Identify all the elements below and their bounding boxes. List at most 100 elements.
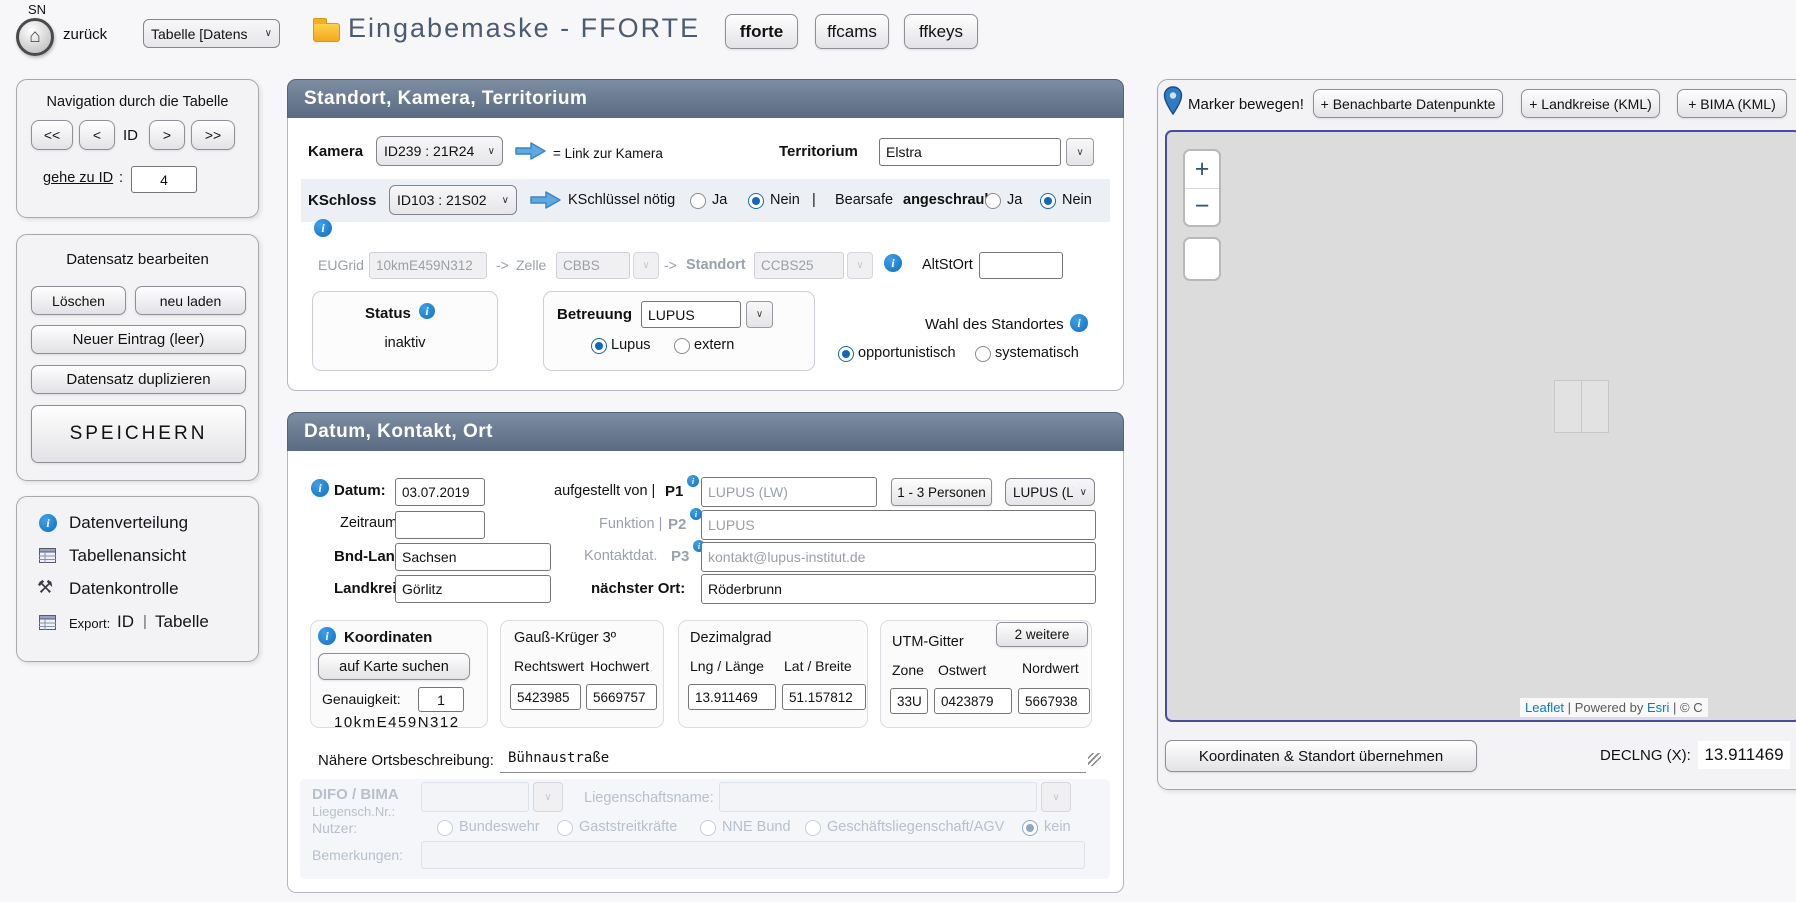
betreuung-lupus-radio[interactable] xyxy=(591,338,607,354)
standort-panel-header: Standort, Kamera, Territorium xyxy=(287,79,1124,118)
bearsafe-nein-radio[interactable] xyxy=(1040,193,1056,209)
genauigkeit-input[interactable] xyxy=(418,687,464,712)
info-icon[interactable]: i xyxy=(318,627,336,645)
standort-input xyxy=(754,252,844,279)
nutzer-bundeswehr-radio xyxy=(437,820,453,836)
link-datenverteilung[interactable]: Datenverteilung xyxy=(69,513,188,533)
reload-button[interactable]: neu laden xyxy=(135,286,246,315)
map-canvas[interactable]: + − Leaflet | Powered by Esri | © C xyxy=(1165,130,1796,722)
table-select[interactable]: Tabelle [Datens ∨ xyxy=(143,19,280,48)
resize-grip-icon[interactable] xyxy=(1088,753,1101,766)
p1-select[interactable]: LUPUS (LW ∨ xyxy=(1005,478,1095,506)
kschluessel-ja-label: Ja xyxy=(712,192,727,208)
datum-input[interactable] xyxy=(395,478,485,506)
goto-id-input[interactable] xyxy=(131,166,197,193)
nav-next-button[interactable]: > xyxy=(149,120,185,150)
datenpunkte-button[interactable]: + Benachbarte Datenpunkte xyxy=(1313,89,1503,118)
personen-button[interactable]: 1 - 3 Personen xyxy=(891,478,992,506)
leaflet-link[interactable]: Leaflet xyxy=(1525,700,1564,715)
kschluessel-nein-radio[interactable] xyxy=(748,193,764,209)
opportunistisch-radio[interactable] xyxy=(838,346,854,362)
info-icon[interactable]: i xyxy=(687,475,699,487)
betreuung-dropdown-button[interactable]: ∨ xyxy=(746,301,773,328)
save-button[interactable]: SPEICHERN xyxy=(31,405,246,463)
tab-ffkeys[interactable]: ffkeys xyxy=(904,14,978,49)
lng-input[interactable] xyxy=(688,684,776,710)
territorium-input[interactable] xyxy=(879,138,1061,166)
p2-input[interactable] xyxy=(701,510,1096,540)
nav-id-label: ID xyxy=(123,127,138,144)
utm-nordwert-input[interactable] xyxy=(1018,688,1090,714)
info-icon[interactable]: i xyxy=(1070,314,1088,332)
lat-input[interactable] xyxy=(782,684,866,710)
home-button[interactable]: SN ⌂ xyxy=(14,2,60,58)
table-icon xyxy=(39,548,56,563)
altstort-label: AltStOrt xyxy=(922,257,973,273)
funktion-label: Funktion | xyxy=(599,516,662,532)
utm-more-button[interactable]: 2 weitere xyxy=(996,622,1088,647)
goto-id-link[interactable]: gehe zu ID xyxy=(43,170,113,186)
betreuung-extern-radio[interactable] xyxy=(674,338,690,354)
nutzer-kein-radio xyxy=(1022,820,1038,836)
info-icon[interactable]: i xyxy=(311,479,329,497)
koordinaten-uebernehmen-button[interactable]: Koordinaten & Standort übernehmen xyxy=(1165,740,1477,772)
bima-kml-button[interactable]: + BIMA (KML) xyxy=(1677,89,1787,118)
new-entry-button[interactable]: Neuer Eintrag (leer) xyxy=(31,325,246,354)
zeitraum-input[interactable] xyxy=(395,511,485,539)
export-table-link[interactable]: Tabelle xyxy=(155,612,209,632)
info-icon[interactable]: i xyxy=(419,303,435,319)
p3-input[interactable] xyxy=(701,542,1096,572)
link-arrow-icon[interactable] xyxy=(529,189,563,211)
zelle-dropdown-button: ∨ xyxy=(633,252,659,279)
delete-button[interactable]: Löschen xyxy=(31,286,126,315)
duplicate-button[interactable]: Datensatz duplizieren xyxy=(31,365,246,394)
layers-button[interactable] xyxy=(1183,237,1221,281)
gk-title: Gauß-Krüger 3º xyxy=(514,630,616,646)
p1-input[interactable] xyxy=(701,477,877,507)
liegensch-nr-label: Liegensch.Nr.: xyxy=(312,804,395,819)
bndland-input[interactable] xyxy=(395,543,551,571)
link-tabellenansicht[interactable]: Tabellenansicht xyxy=(69,546,186,566)
zoom-out-button[interactable]: − xyxy=(1185,189,1219,226)
zoom-in-button[interactable]: + xyxy=(1185,151,1219,189)
export-id-link[interactable]: ID xyxy=(117,612,134,632)
link-arrow-icon[interactable] xyxy=(514,140,548,162)
esri-link[interactable]: Esri xyxy=(1647,700,1669,715)
utm-ostwert-input[interactable] xyxy=(934,688,1012,714)
landkreise-kml-button[interactable]: + Landkreise (KML) xyxy=(1521,89,1660,118)
kamera-link-hint: = Link zur Kamera xyxy=(553,146,663,161)
info-icon[interactable]: i xyxy=(314,219,332,237)
kschluessel-ja-radio[interactable] xyxy=(690,193,706,209)
nav-last-button[interactable]: >> xyxy=(191,120,235,150)
utm-zone-input[interactable] xyxy=(890,688,928,714)
kschloss-select[interactable]: ID103 : 21S02 ∨ xyxy=(389,185,517,215)
naechster-ort-input[interactable] xyxy=(701,574,1096,604)
rechtswert-input[interactable] xyxy=(510,684,581,710)
systematisch-radio[interactable] xyxy=(975,346,991,362)
territorium-dropdown-button[interactable]: ∨ xyxy=(1066,138,1094,166)
nav-prev-button[interactable]: < xyxy=(79,120,115,150)
hochwert-input[interactable] xyxy=(586,684,657,710)
nav-first-button[interactable]: << xyxy=(31,120,73,150)
record-box: Datensatz bearbeiten Löschen neu laden N… xyxy=(16,234,259,481)
export-separator: | xyxy=(143,613,147,630)
genauigkeit-label: Genauigkeit: xyxy=(322,691,401,707)
karte-suchen-button[interactable]: auf Karte suchen xyxy=(318,653,470,680)
kschluessel-nein-label: Nein xyxy=(770,192,800,208)
chevron-down-icon: ∨ xyxy=(642,260,649,271)
link-datenkontrolle[interactable]: Datenkontrolle xyxy=(69,579,179,599)
liegenschaftsname-dropdown-button: ∨ xyxy=(1041,782,1071,812)
altstort-input[interactable] xyxy=(979,252,1063,279)
tab-ffcams[interactable]: ffcams xyxy=(815,14,889,49)
landkreis-input[interactable] xyxy=(395,575,551,603)
kschluessel-label: KSchlüssel nötig xyxy=(568,192,675,208)
tab-fforte[interactable]: fforte xyxy=(725,14,798,49)
betreuung-input[interactable] xyxy=(641,301,741,328)
back-link[interactable]: zurück xyxy=(63,26,107,43)
ortsbeschreibung-textarea[interactable]: Bühnaustraße xyxy=(500,745,1086,773)
bearsafe-ja-radio[interactable] xyxy=(985,193,1001,209)
chevron-down-icon: ∨ xyxy=(544,792,551,803)
kamera-select[interactable]: ID239 : 21R24 ∨ xyxy=(376,136,503,166)
wahl-label: Wahl des Standortes xyxy=(925,316,1064,333)
info-icon[interactable]: i xyxy=(884,254,902,272)
